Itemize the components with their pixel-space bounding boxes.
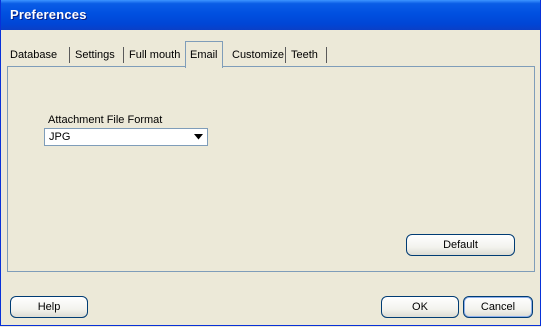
ok-button[interactable]: OK [381, 296, 459, 318]
attachment-format-select[interactable]: JPG [44, 128, 208, 146]
email-tab-panel: Attachment File Format JPG Default [7, 66, 535, 272]
chevron-down-icon [194, 134, 203, 140]
default-button[interactable]: Default [406, 234, 515, 256]
window-title: Preferences [10, 7, 87, 22]
tab-separator [326, 47, 327, 63]
help-button[interactable]: Help [10, 296, 88, 318]
attachment-format-value: JPG [49, 131, 71, 143]
tab-separator [69, 47, 70, 63]
tab-database[interactable]: Database [6, 44, 61, 66]
tab-full-mouth[interactable]: Full mouth [125, 44, 184, 66]
tab-customize[interactable]: Customize [228, 44, 288, 66]
dropdown-button[interactable] [191, 130, 206, 144]
tab-settings[interactable]: Settings [71, 44, 119, 66]
tab-teeth[interactable]: Teeth [287, 44, 322, 66]
cancel-button[interactable]: Cancel [463, 296, 533, 318]
tab-separator [285, 47, 286, 63]
title-bar[interactable]: Preferences [1, 0, 540, 30]
tab-separator [123, 47, 124, 63]
attachment-format-label: Attachment File Format [48, 114, 163, 126]
tab-email[interactable]: Email [185, 41, 223, 68]
preferences-dialog: Preferences Database Settings Full mouth… [0, 0, 541, 326]
